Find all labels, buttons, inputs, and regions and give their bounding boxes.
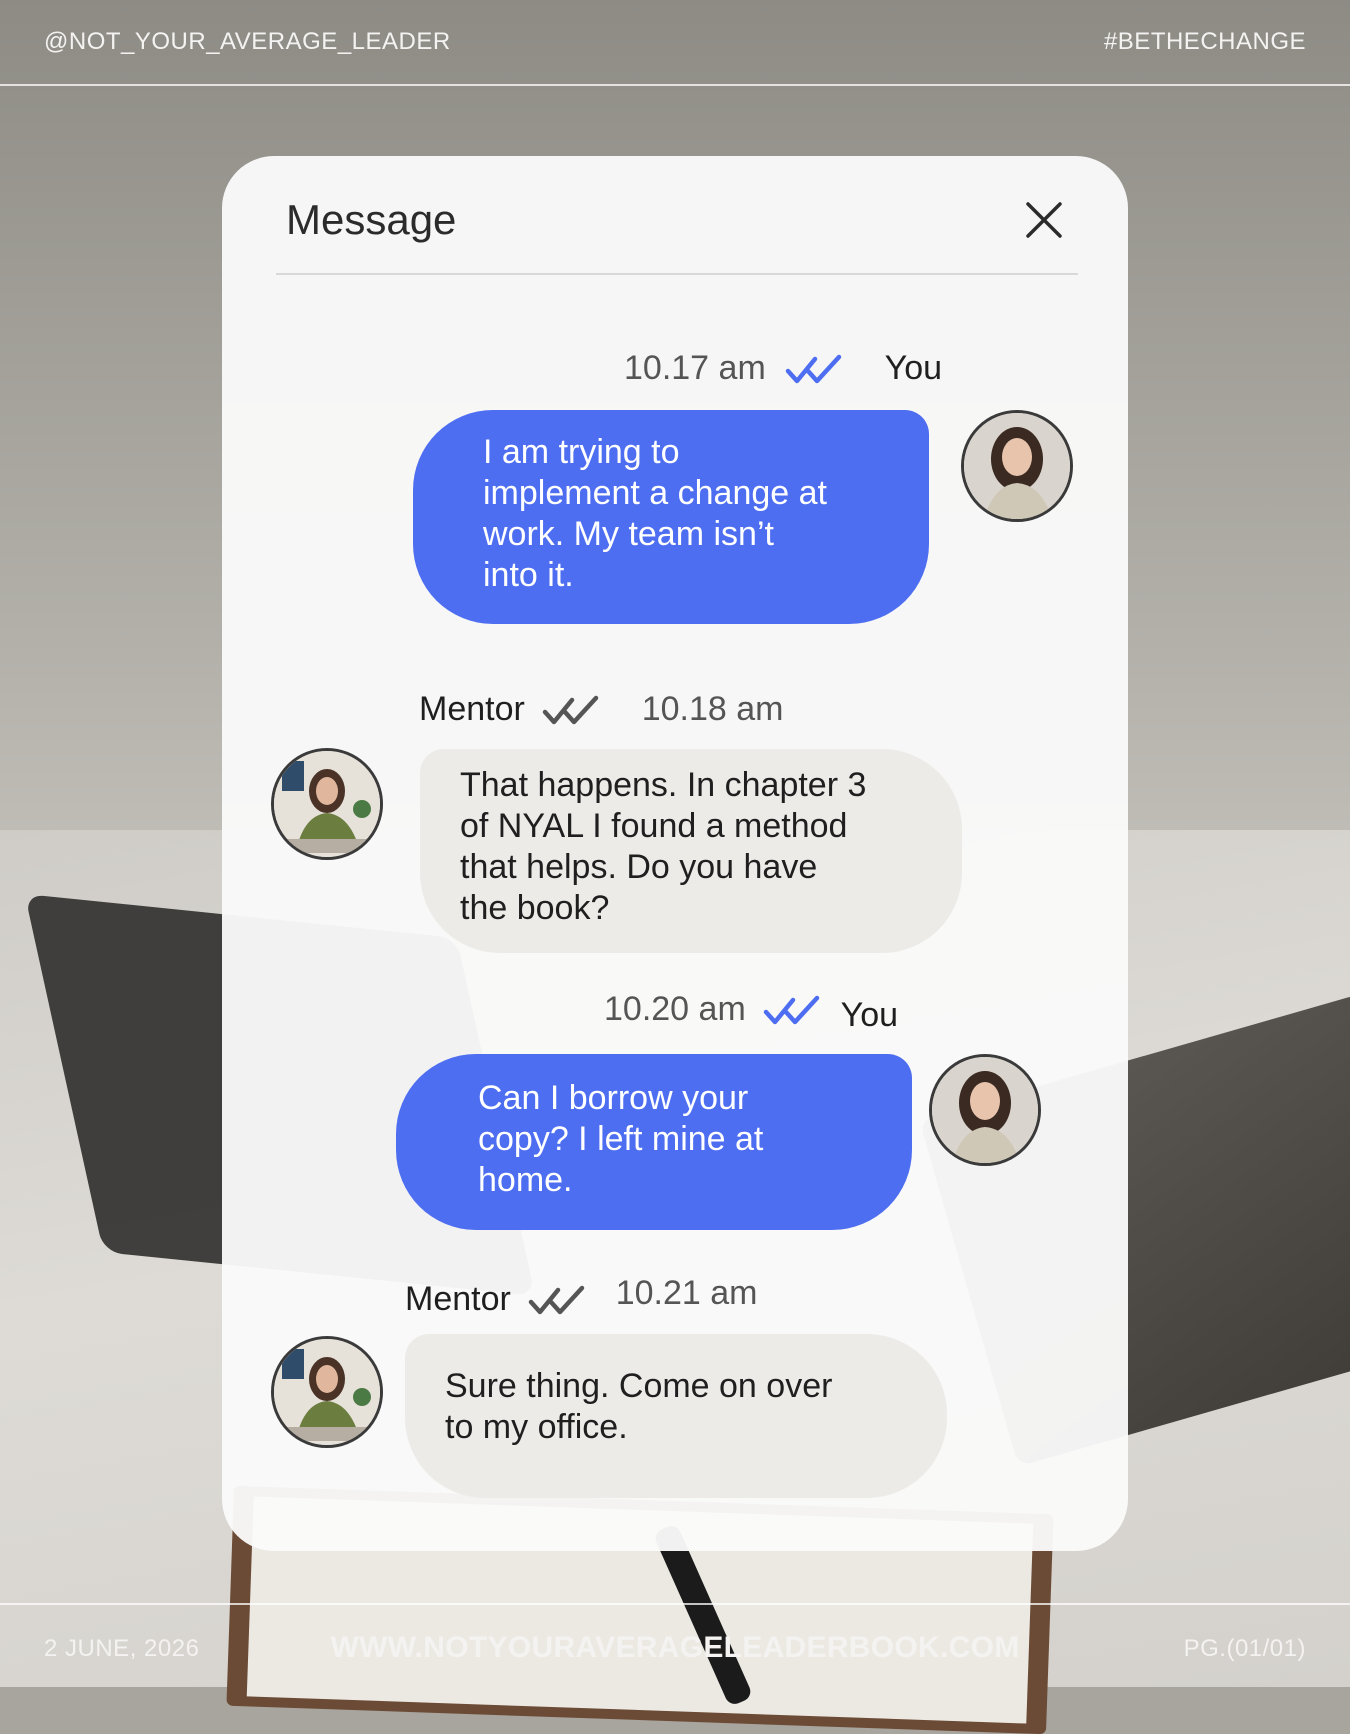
message-sender: Mentor — [419, 690, 525, 728]
avatar-mentor — [271, 1336, 383, 1448]
message-line: of NYAL I found a method — [460, 807, 848, 845]
dialog-divider — [276, 273, 1078, 275]
message-time: 10.17 am — [624, 349, 766, 387]
close-button[interactable] — [1022, 198, 1066, 242]
message-line: to my office. — [445, 1408, 628, 1446]
message-line: I am trying to — [483, 433, 680, 471]
page-indicator: PG.(01/01) — [1183, 1635, 1306, 1662]
message-sender: You — [840, 996, 899, 1034]
social-handle: @NOT_YOUR_AVERAGE_LEADER — [44, 28, 451, 55]
message-line: That happens. In chapter 3 — [460, 766, 867, 804]
message-dialog: Message 10.17 am You I am trying to impl… — [222, 156, 1128, 1551]
double-check-icon — [763, 995, 820, 1025]
bottom-bar: 2 JUNE, 2026 WWW.NOTYOURAVERAGELEADERBOO… — [0, 1603, 1350, 1689]
avatar-photo-mentor — [274, 1339, 380, 1445]
top-bar: @NOT_YOUR_AVERAGE_LEADER #BETHECHANGE — [0, 0, 1350, 86]
double-check-icon — [785, 354, 842, 384]
message-line: copy? I left mine at — [478, 1120, 764, 1158]
avatar-photo-you — [932, 1057, 1038, 1163]
message-line: that helps. Do you have — [460, 848, 818, 886]
avatar-photo-mentor — [274, 751, 380, 857]
message-bubble-outgoing: Can I borrow your copy? I left mine at h… — [396, 1054, 912, 1230]
message-time: 10.20 am — [604, 990, 746, 1028]
message-line: home. — [478, 1161, 573, 1199]
message-bubble-incoming: That happens. In chapter 3 of NYAL I fou… — [420, 749, 962, 953]
website-link[interactable]: WWW.NOTYOURAVERAGELEADERBOOK.COM — [0, 1631, 1350, 1665]
message-sender: You — [884, 349, 943, 387]
message-meta: 10.20 am You — [604, 990, 898, 1034]
message-line: Sure thing. Come on over — [445, 1367, 833, 1405]
message-line: implement a change at — [483, 474, 827, 512]
message-line: the book? — [460, 889, 610, 927]
message-meta: Mentor 10.18 am — [419, 690, 784, 729]
message-line: work. My team isn’t — [483, 515, 774, 553]
double-check-icon — [543, 695, 599, 725]
message-bubble-incoming: Sure thing. Come on over to my office. — [405, 1334, 947, 1498]
message-meta: 10.17 am You — [624, 349, 942, 388]
avatar-you — [961, 410, 1073, 522]
hashtag: #BETHECHANGE — [1103, 28, 1306, 55]
message-line: Can I borrow your — [478, 1079, 749, 1117]
message-meta: Mentor 10.21 am — [405, 1274, 758, 1318]
message-time: 10.21 am — [615, 1274, 758, 1312]
message-bubble-outgoing: I am trying to implement a change at wor… — [413, 410, 929, 624]
dialog-title: Message — [286, 196, 457, 243]
message-sender: Mentor — [405, 1280, 511, 1318]
double-check-icon — [529, 1285, 585, 1315]
message-time: 10.18 am — [641, 690, 784, 728]
avatar-photo-you — [964, 413, 1070, 519]
message-line: into it. — [483, 556, 574, 594]
avatar-mentor — [271, 748, 383, 860]
close-icon — [1026, 202, 1062, 238]
avatar-you — [929, 1054, 1041, 1166]
